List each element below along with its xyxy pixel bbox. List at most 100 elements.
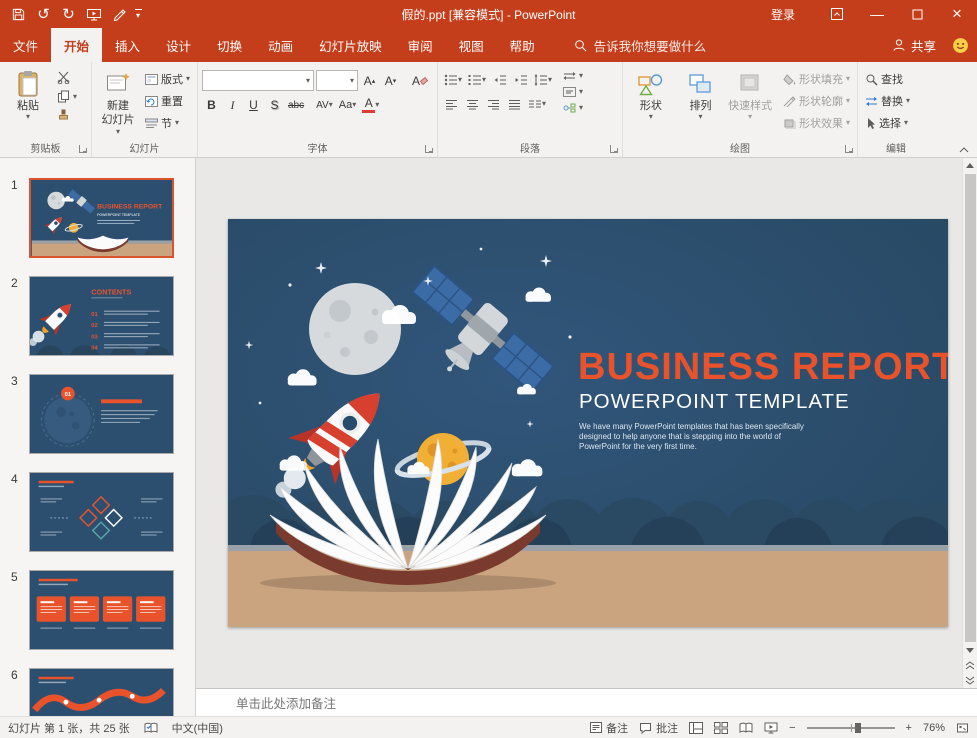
tab-design[interactable]: 设计 [153,28,204,62]
justify-button[interactable] [505,94,524,114]
ribbon-display-options-button[interactable] [817,0,857,28]
thumbnail-item-6[interactable]: 6 [0,668,195,716]
save-button[interactable] [6,2,31,26]
tab-transitions[interactable]: 切换 [204,28,255,62]
shape-effects-button[interactable]: 形状效果▾ [780,114,853,132]
slide-thumbnail-6[interactable] [29,668,174,716]
scroll-down-button[interactable] [963,643,977,658]
quick-styles-button[interactable]: 快速样式 ▾ [726,65,774,121]
tab-file[interactable]: 文件 [0,28,51,62]
tab-home[interactable]: 开始 [51,28,102,62]
bullets-button[interactable]: ▾ [442,70,464,90]
share-button[interactable]: 共享 [892,36,936,55]
change-case-button[interactable]: Aa▾ [337,95,358,115]
align-text-button[interactable]: ▾ [560,86,586,98]
strikethrough-button[interactable]: abc [286,95,306,115]
bold-button[interactable]: B [202,95,221,115]
canvas-scrollbar[interactable] [962,158,977,688]
start-slideshow-button[interactable] [81,2,106,26]
thumbnail-item-3[interactable]: 3 01 [0,374,195,454]
arrange-button[interactable]: 排列 ▾ [677,65,725,121]
slide-editor[interactable]: BUSINESS REPORT POWERPOINT TEMPLATE We h… [228,219,948,627]
layout-button[interactable]: 版式▾ [142,70,193,88]
copy-button[interactable]: ▾ [54,89,80,104]
zoom-in-button[interactable]: + [906,722,912,734]
font-size-combobox[interactable]: ▾ [316,70,358,91]
columns-button[interactable]: ▾ [526,94,548,114]
notes-placeholder[interactable]: 单击此处添加备注 [236,693,336,712]
tab-view[interactable]: 视图 [446,28,497,62]
line-spacing-button[interactable]: ▾ [532,70,554,90]
slideshow-view-button[interactable] [764,722,778,734]
notes-toggle-button[interactable]: 备注 [590,720,628,736]
thumbnail-item-2[interactable]: 2 CONTENTS 01 02 03 04 [0,276,195,356]
underline-button[interactable]: U [244,95,263,115]
thumbnail-item-1[interactable]: 1 BUSINESS REPORT POWERPOI [0,178,195,258]
tell-me-search[interactable]: 告诉我你想要做什么 [566,28,715,62]
tab-animations[interactable]: 动画 [255,28,306,62]
replace-button[interactable]: 替换▾ [862,92,913,110]
scroll-up-button[interactable] [963,158,977,173]
slide-title-text[interactable]: BUSINESS REPORT [578,346,948,388]
zoom-slider-knob[interactable] [855,723,861,733]
slide-thumbnail-1[interactable]: BUSINESS REPORT POWERPOINT TEMPLATE [29,178,174,258]
shape-fill-button[interactable]: 形状填充▾ [780,70,853,88]
thumbnail-item-5[interactable]: 5 [0,570,195,650]
redo-button[interactable]: ↻ [56,2,81,26]
slide-sorter-view-button[interactable] [714,722,728,734]
section-button[interactable]: 节▾ [142,114,193,132]
slide-thumbnail-3[interactable]: 01 [29,374,174,454]
proofing-button[interactable] [144,722,158,734]
increase-font-size-button[interactable]: A▴ [360,71,379,91]
notes-pane[interactable]: 单击此处添加备注 [196,688,977,716]
comments-toggle-button[interactable]: 批注 [639,720,678,736]
text-shadow-button[interactable]: S [265,95,284,115]
zoom-slider[interactable] [807,727,895,729]
zoom-out-button[interactable]: − [789,722,795,734]
decrease-font-size-button[interactable]: A▾ [381,71,400,91]
close-button[interactable]: × [937,0,977,28]
italic-button[interactable]: I [223,95,242,115]
find-button[interactable]: 查找 [862,70,913,88]
cut-button[interactable] [54,70,80,85]
undo-button[interactable]: ↺ [31,2,56,26]
drawing-dialog-launcher[interactable] [845,145,853,153]
clear-formatting-button[interactable]: A [410,71,430,91]
align-right-button[interactable] [484,94,503,114]
text-direction-button[interactable]: ▾ [560,70,586,82]
align-center-button[interactable] [463,94,482,114]
paste-button[interactable]: 粘贴 ▾ [4,65,52,121]
reset-button[interactable]: 重置 [142,92,193,110]
clipboard-dialog-launcher[interactable] [79,145,87,153]
new-slide-button[interactable]: 新建 幻灯片 ▾ [96,65,140,136]
slide-canvas-area[interactable]: BUSINESS REPORT POWERPOINT TEMPLATE We h… [196,158,977,688]
language-indicator[interactable]: 中文(中国) [172,720,223,736]
scrollbar-thumb[interactable] [965,174,976,642]
reading-view-button[interactable] [739,722,753,734]
tab-review[interactable]: 审阅 [395,28,446,62]
next-slide-button[interactable] [963,673,977,688]
font-name-combobox[interactable]: ▾ [202,70,314,91]
feedback-smiley-button[interactable] [952,37,969,54]
maximize-button[interactable] [897,0,937,28]
select-button[interactable]: 选择▾ [862,114,913,132]
paragraph-dialog-launcher[interactable] [610,145,618,153]
font-color-button[interactable]: A▾ [360,95,381,115]
fit-slide-button[interactable] [956,722,969,734]
sign-in-button[interactable]: 登录 [771,6,795,23]
pen-annotate-button[interactable] [106,2,131,26]
tab-insert[interactable]: 插入 [102,28,153,62]
thumbnail-item-4[interactable]: 4 [0,472,195,552]
numbering-button[interactable]: ▾ [466,70,488,90]
slide-thumbnail-panel[interactable]: 1 BUSINESS REPORT POWERPOI [0,158,196,716]
slide-subtitle-text[interactable]: POWERPOINT TEMPLATE [579,390,850,413]
decrease-indent-button[interactable] [490,70,509,90]
shape-outline-button[interactable]: 形状轮廓▾ [780,92,853,110]
minimize-button[interactable]: — [857,0,897,28]
convert-to-smartart-button[interactable]: ▾ [560,102,586,114]
zoom-level[interactable]: 76% [923,722,945,734]
increase-indent-button[interactable] [511,70,530,90]
normal-view-button[interactable] [689,722,703,734]
slide-thumbnail-4[interactable] [29,472,174,552]
align-left-button[interactable] [442,94,461,114]
